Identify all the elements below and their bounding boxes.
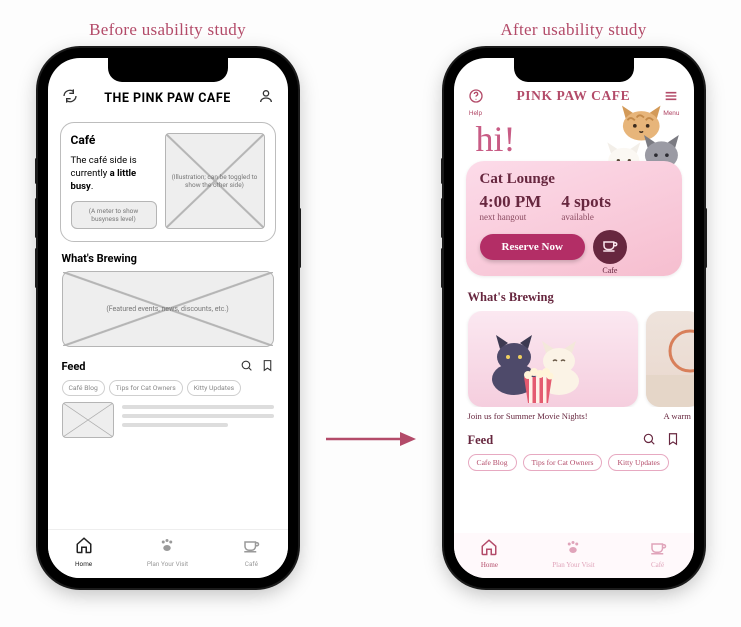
nav-home[interactable]: Home	[75, 536, 93, 568]
status-card: Café The café side is currently a little…	[60, 122, 276, 242]
nav-cafe[interactable]: Café	[242, 536, 260, 568]
cup-icon	[601, 236, 619, 258]
bottom-nav: Home Plan Your Visit Café	[454, 533, 694, 578]
cup-icon	[649, 538, 667, 560]
bookmark-icon[interactable]	[261, 357, 274, 376]
search-icon[interactable]	[642, 431, 656, 450]
lounge-panel: Cat Lounge 4:00 PM next hangout 4 spots …	[466, 161, 682, 276]
after-caption: After usability study	[500, 20, 646, 40]
cafe-badge-label: Cafe	[602, 266, 617, 275]
brewing-card-2[interactable]	[646, 311, 694, 407]
arrow-icon	[326, 426, 416, 452]
status-text: The café side is currently a little busy…	[71, 155, 157, 193]
paw-icon	[564, 538, 582, 560]
home-icon	[480, 538, 498, 560]
feed-chips: Cafe Blog Tips for Cat Owners Kitty Upda…	[468, 454, 680, 471]
feed-line	[122, 405, 274, 409]
chip-tips[interactable]: Tips for Cat Owners	[523, 454, 603, 471]
lounge-heading: Cat Lounge	[480, 171, 668, 188]
busyness-meter-placeholder: (A meter to show busyness level)	[71, 201, 157, 229]
chip-tips[interactable]: Tips for Cat Owners	[109, 380, 183, 396]
bottom-nav: Home Plan Your Visit Café	[48, 529, 288, 578]
featured-placeholder[interactable]: (Featured events, news, discounts, etc.)	[62, 271, 274, 347]
nav-label: Café	[245, 560, 258, 568]
next-hangout-label: next hangout	[480, 212, 542, 222]
nav-label: Café	[651, 561, 664, 569]
illustration-placeholder[interactable]: (Illustration; can be toggled to show th…	[165, 133, 265, 229]
brewing-heading: What's Brewing	[62, 252, 274, 265]
home-icon	[75, 536, 93, 558]
refresh-icon[interactable]	[62, 88, 78, 108]
spots-count: 4 spots	[561, 192, 611, 212]
feed-item[interactable]	[62, 402, 274, 438]
nav-plan-visit[interactable]: Plan Your Visit	[147, 536, 188, 568]
feed-thumb-placeholder	[62, 402, 114, 438]
before-caption: Before usability study	[89, 20, 246, 40]
bookmark-icon[interactable]	[666, 431, 680, 450]
nav-plan-visit[interactable]: Plan Your Visit	[552, 538, 594, 569]
brewing-heading: What's Brewing	[468, 290, 680, 305]
chip-cafe-blog[interactable]: Café Blog	[62, 380, 105, 396]
search-icon[interactable]	[240, 357, 253, 376]
paw-icon	[158, 536, 176, 558]
help-button[interactable]: Help	[468, 88, 484, 117]
reserve-button[interactable]: Reserve Now	[480, 234, 585, 260]
nav-label: Home	[481, 561, 498, 569]
feed-heading: Feed	[62, 360, 86, 373]
status-heading: Café	[71, 133, 157, 147]
feed-line	[122, 414, 274, 418]
spots-label: available	[561, 212, 611, 222]
nav-home[interactable]: Home	[480, 538, 498, 569]
next-hangout-time: 4:00 PM	[480, 192, 542, 212]
help-icon	[468, 88, 484, 108]
profile-icon[interactable]	[258, 88, 274, 108]
nav-cafe[interactable]: Café	[649, 538, 667, 569]
brewing-card-2-caption: A warm	[664, 411, 691, 421]
nav-label: Plan Your Visit	[552, 561, 594, 569]
after-phone-frame: Help PINK PAW CAFE Menu hi!	[444, 48, 704, 588]
chip-cafe-blog[interactable]: Cafe Blog	[468, 454, 517, 471]
cafe-toggle-badge[interactable]: Cafe	[593, 230, 627, 264]
cup-icon	[242, 536, 260, 558]
before-phone-frame: THE PINK PAW CAFE Café The café side is …	[38, 48, 298, 588]
feed-heading: Feed	[468, 433, 494, 448]
chip-kitty-updates[interactable]: Kitty Updates	[608, 454, 668, 471]
feed-line	[122, 423, 228, 427]
app-title: THE PINK PAW CAFE	[104, 91, 230, 106]
help-label: Help	[469, 109, 482, 117]
feed-chips: Café Blog Tips for Cat Owners Kitty Upda…	[62, 380, 274, 396]
nav-label: Home	[75, 560, 92, 568]
chip-kitty-updates[interactable]: Kitty Updates	[187, 380, 241, 396]
brewing-card-1-caption: Join us for Summer Movie Nights!	[468, 411, 638, 421]
brewing-card-1[interactable]	[468, 311, 638, 407]
nav-label: Plan Your Visit	[147, 560, 188, 568]
